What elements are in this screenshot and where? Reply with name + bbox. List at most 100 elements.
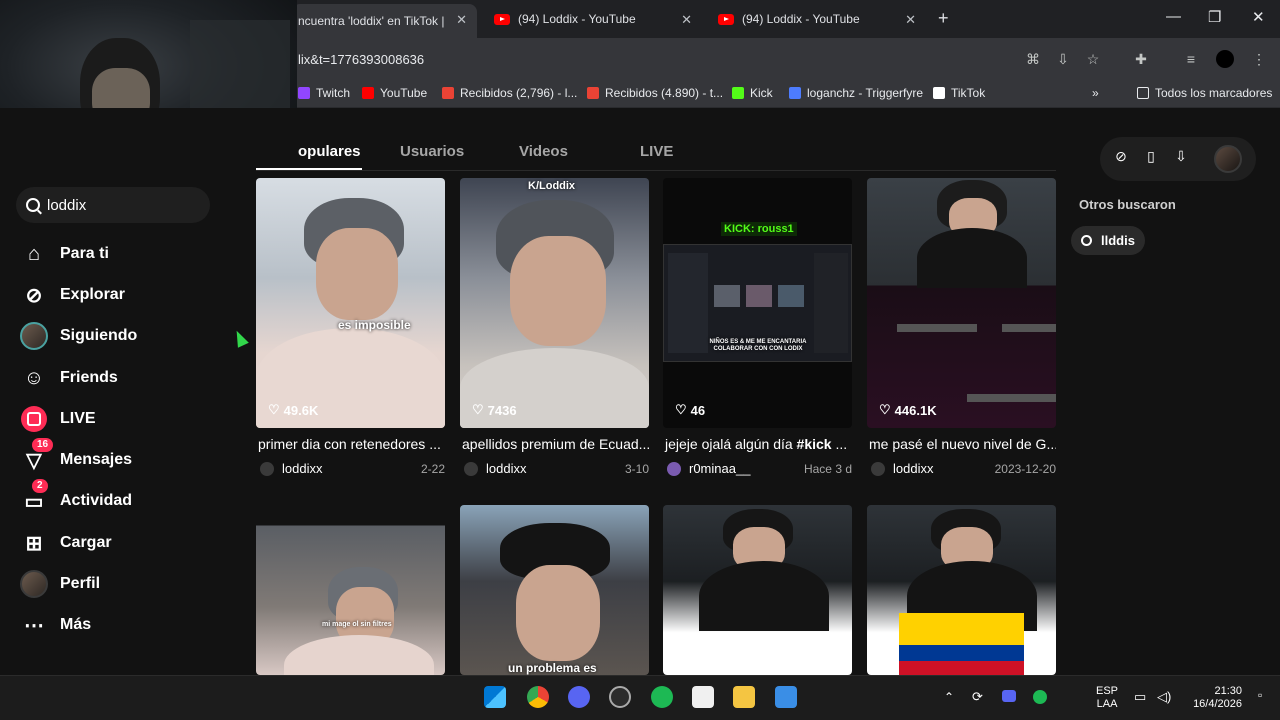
author-name[interactable]: loddixx [282, 461, 421, 476]
file-explorer-icon[interactable] [733, 686, 755, 708]
video-card[interactable] [663, 505, 852, 675]
search-input[interactable]: loddix [16, 187, 210, 223]
youtube-icon [494, 13, 510, 25]
video-card[interactable]: ♡ 446.1K me pasé el nuevo nivel de G... l… [867, 178, 1056, 476]
video-caption[interactable]: apellidos premium de Ecuad... [460, 436, 649, 452]
close-icon[interactable]: ✕ [681, 12, 692, 28]
video-caption[interactable]: me pasé el nuevo nivel de G... [867, 436, 1056, 452]
sidebar-item-mensajes[interactable]: ▽ 16 Mensajes [18, 438, 132, 476]
sync-icon[interactable]: ⟳ [972, 689, 983, 705]
bookmark-youtube[interactable]: YouTube [362, 86, 427, 100]
language-indicator[interactable]: ESP LAA [1096, 685, 1118, 711]
extensions-icon[interactable]: ✚ [1132, 50, 1150, 68]
download-icon[interactable]: ⇩ [1172, 148, 1190, 165]
video-thumbnail[interactable]: es imposible ♡ 49.6K [256, 178, 445, 428]
bookmark-tiktok[interactable]: TikTok [933, 86, 985, 100]
video-card[interactable]: KICK: rouss1 NIÑOS ES & ME ME ENCANTARIA… [663, 178, 852, 476]
browser-tab-tiktok[interactable]: ncuentra 'loddix' en TikTok | B ✕ [292, 4, 477, 38]
sidebar-item-live[interactable]: LIVE [18, 403, 96, 435]
close-icon[interactable]: ✕ [456, 12, 467, 28]
sidebar-item-siguiendo[interactable]: Siguiendo [18, 320, 137, 352]
tab-populares[interactable]: opulares [298, 143, 361, 160]
obs-icon[interactable] [609, 686, 631, 708]
app-icon[interactable] [692, 686, 714, 708]
discord-tray-icon[interactable] [1002, 690, 1016, 702]
network-icon[interactable]: ▭ [1134, 689, 1146, 705]
video-thumbnail[interactable] [663, 505, 852, 675]
hashtag-link[interactable]: #kick [797, 436, 832, 452]
author-name[interactable]: r0minaa__ [689, 461, 804, 476]
tab-live[interactable]: LIVE [640, 143, 673, 160]
video-thumbnail[interactable]: KICK: rouss1 NIÑOS ES & ME ME ENCANTARIA… [663, 178, 852, 428]
sidebar-item-mas[interactable]: ⋯ Más [18, 609, 91, 641]
sidebar-item-para-ti[interactable]: ⌂ Para ti [18, 238, 109, 270]
spotify-tray-icon[interactable] [1033, 690, 1047, 704]
tab-usuarios[interactable]: Usuarios [400, 143, 464, 160]
tiktok-icon [933, 87, 945, 99]
author-name[interactable]: loddixx [486, 461, 625, 476]
sidebar-item-actividad[interactable]: ▭ 2 Actividad [18, 479, 132, 517]
profile-avatar[interactable] [1216, 50, 1234, 68]
sidebar-item-explorar[interactable]: ⊘ Explorar [18, 279, 125, 311]
install-app-icon[interactable]: ⇩ [1054, 50, 1072, 68]
notifications-icon[interactable]: ▫ [1258, 688, 1262, 702]
all-bookmarks[interactable]: Todos los marcadores [1137, 86, 1272, 100]
author-avatar[interactable] [464, 461, 478, 476]
like-count: ♡ 7436 [472, 402, 517, 418]
sidebar-item-cargar[interactable]: ⊞ Cargar [18, 527, 112, 559]
profile-avatar[interactable] [1214, 145, 1242, 173]
volume-icon[interactable]: ◁) [1157, 689, 1171, 705]
close-window-button[interactable]: ✕ [1252, 8, 1265, 26]
bookmark-gmail-2[interactable]: Recibidos (4.890) - t... [587, 86, 723, 100]
author-name[interactable]: loddixx [893, 461, 995, 476]
media-control-icon[interactable]: ≡ [1182, 50, 1200, 68]
video-overlay-text: K/Loddix [528, 180, 576, 192]
video-thumbnail[interactable]: mi mage ol sin filtres [256, 505, 445, 675]
video-card[interactable] [867, 505, 1056, 675]
live-icon [18, 403, 50, 435]
chevron-up-icon[interactable]: ⌃ [944, 690, 954, 704]
sidebar-item-perfil[interactable]: Perfil [18, 568, 100, 600]
video-thumbnail[interactable]: K/Loddix ♡ 7436 [460, 178, 649, 428]
phone-icon[interactable]: ▯ [1142, 148, 1160, 165]
bookmark-kick[interactable]: Kick [732, 86, 773, 100]
translate-icon[interactable]: ⌘ [1024, 50, 1042, 68]
new-tab-button[interactable]: + [938, 8, 949, 29]
close-icon[interactable]: ✕ [905, 12, 916, 28]
author-avatar[interactable] [871, 461, 885, 476]
video-thumbnail[interactable] [867, 505, 1056, 675]
author-avatar[interactable] [667, 461, 681, 476]
star-icon[interactable]: ☆ [1084, 50, 1102, 68]
tab-videos[interactable]: Videos [519, 143, 568, 160]
discord-icon[interactable] [568, 686, 590, 708]
bookmark-triggerfyre[interactable]: loganchz - Triggerfyre [789, 86, 923, 100]
chrome-icon[interactable] [527, 686, 549, 708]
spotify-icon[interactable] [651, 686, 673, 708]
thumb-face [510, 236, 606, 346]
browser-tab-youtube-1[interactable]: (94) Loddix - YouTube ✕ [482, 4, 702, 34]
compass-icon[interactable]: ⊘ [1112, 148, 1130, 165]
sidebar-item-friends[interactable]: ☺ Friends [18, 362, 118, 394]
bookmarks-overflow-icon[interactable]: » [1092, 86, 1099, 100]
url-field[interactable]: lix&t=1776393008636 [298, 52, 424, 67]
photos-icon[interactable] [775, 686, 797, 708]
video-thumbnail[interactable]: un problema es [460, 505, 649, 675]
bookmark-twitch[interactable]: Twitch [298, 86, 350, 100]
bookmark-gmail-1[interactable]: Recibidos (2,796) - l... [442, 86, 577, 100]
restore-button[interactable]: ❐ [1208, 8, 1221, 26]
video-caption[interactable]: jejeje ojalá algún día #kick ... [663, 436, 852, 452]
menu-icon[interactable]: ⋮ [1250, 50, 1268, 68]
video-card[interactable]: un problema es [460, 505, 649, 675]
suggested-search-chip[interactable]: llddis [1071, 226, 1145, 255]
video-card[interactable]: K/Loddix ♡ 7436 apellidos premium de Ecua… [460, 178, 649, 476]
windows-start-icon[interactable] [484, 686, 506, 708]
minimize-button[interactable]: — [1166, 8, 1181, 25]
video-caption[interactable]: primer dia con retenedores ... [256, 436, 445, 452]
kick-icon [732, 87, 744, 99]
author-avatar[interactable] [260, 461, 274, 476]
browser-tab-youtube-2[interactable]: (94) Loddix - YouTube ✕ [706, 4, 926, 34]
video-card[interactable]: mi mage ol sin filtres [256, 505, 445, 675]
clock[interactable]: 21:30 16/4/2026 [1186, 685, 1242, 711]
video-thumbnail[interactable]: ♡ 446.1K [867, 178, 1056, 428]
video-card[interactable]: es imposible ♡ 49.6K primer dia con reten… [256, 178, 445, 476]
